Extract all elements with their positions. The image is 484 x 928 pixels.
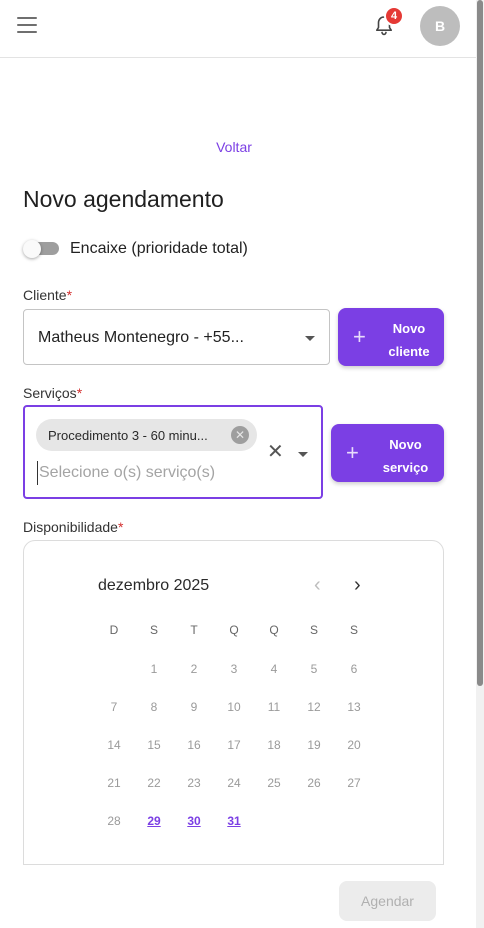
calendar-day-available[interactable]: 31 <box>216 814 252 828</box>
calendar-day: 20 <box>347 738 361 752</box>
weekday-header: Q <box>269 623 279 637</box>
calendar-day: 6 <box>350 662 358 676</box>
required-mark: * <box>66 287 73 303</box>
weekday-header: Q <box>229 623 239 637</box>
clear-icon[interactable]: ✕ <box>267 442 284 462</box>
new-service-button[interactable]: + Novo serviço <box>331 424 444 482</box>
back-link[interactable]: Voltar <box>0 139 468 155</box>
calendar-day: 2 <box>190 662 198 676</box>
date-calendar: dezembro 2025 ‹ › D S T Q Q S S 1 2 3 4 5 6 7 8 9 10 11 12… <box>23 540 444 865</box>
calendar-day: 26 <box>307 776 321 790</box>
calendar-day: 18 <box>267 738 281 752</box>
required-mark: * <box>117 519 124 535</box>
calendar-day: 25 <box>267 776 281 790</box>
calendar-day: 3 <box>230 662 238 676</box>
chevron-right-icon[interactable]: › <box>354 574 361 597</box>
disponibilidade-label-text: Disponibilidade <box>23 519 118 535</box>
calendar-day: 28 <box>107 814 121 828</box>
calendar-day: 7 <box>110 700 118 714</box>
services-search-input[interactable] <box>37 461 257 485</box>
chip-remove-icon[interactable]: ✕ <box>231 426 249 444</box>
calendar-day-available[interactable]: 30 <box>176 814 212 828</box>
plus-icon: + <box>346 440 359 465</box>
plus-icon: + <box>353 324 366 349</box>
servicos-select[interactable]: Procedimento 3 - 60 minu... ✕ ✕ <box>23 405 323 499</box>
new-service-label: Novo serviço <box>371 433 440 479</box>
required-mark: * <box>76 385 83 401</box>
calendar-day: 9 <box>190 700 198 714</box>
new-client-button[interactable]: + Novo cliente <box>338 308 444 366</box>
new-client-label: Novo cliente <box>378 317 440 363</box>
calendar-day: 15 <box>147 738 161 752</box>
weekday-header: S <box>149 623 158 637</box>
calendar-day: 13 <box>347 700 361 714</box>
new-client-label-line2: cliente <box>388 344 430 359</box>
disponibilidade-label: Disponibilidade* <box>23 519 123 535</box>
calendar-day: 12 <box>307 700 321 714</box>
calendar-day: 24 <box>227 776 241 790</box>
calendar-month-label: dezembro 2025 <box>98 577 210 594</box>
weekday-header: D <box>109 623 119 637</box>
calendar-day: 14 <box>107 738 121 752</box>
service-chip: Procedimento 3 - 60 minu... ✕ <box>36 419 257 451</box>
encaixe-label: Encaixe (prioridade total) <box>70 240 248 257</box>
calendar-day: 8 <box>150 700 158 714</box>
calendar-day: 21 <box>107 776 121 790</box>
chevron-down-icon[interactable] <box>298 452 308 457</box>
new-client-label-line1: Novo <box>392 321 426 336</box>
cliente-select[interactable]: Matheus Montenegro - +55... <box>23 309 330 365</box>
calendar-day: 23 <box>187 776 201 790</box>
scrollbar[interactable] <box>476 0 484 928</box>
calendar-day: 10 <box>227 700 241 714</box>
calendar-day-available[interactable]: 29 <box>136 814 172 828</box>
menu-icon[interactable] <box>17 17 37 35</box>
calendar-day: 16 <box>187 738 201 752</box>
calendar-day: 19 <box>307 738 321 752</box>
avatar[interactable]: B <box>420 6 460 46</box>
calendar-day: 4 <box>270 662 278 676</box>
weekday-header: T <box>190 623 198 637</box>
servicos-label: Serviços* <box>23 385 82 401</box>
submit-button[interactable]: Agendar <box>339 881 436 921</box>
top-bar: 4 B <box>0 0 476 58</box>
scrollbar-thumb[interactable] <box>477 0 483 686</box>
calendar-day: 5 <box>310 662 318 676</box>
encaixe-toggle[interactable] <box>23 240 59 258</box>
calendar-day: 17 <box>227 738 241 752</box>
calendar-day: 22 <box>147 776 161 790</box>
cliente-value: Matheus Montenegro - +55... <box>38 329 244 346</box>
new-service-label-line1: Novo <box>389 437 422 452</box>
servicos-label-text: Serviços <box>23 385 77 401</box>
notification-badge: 4 <box>384 6 404 26</box>
toggle-knob <box>23 240 41 258</box>
calendar-day: 27 <box>347 776 361 790</box>
service-chip-label: Procedimento 3 - 60 minu... <box>48 428 208 443</box>
page-title: Novo agendamento <box>23 186 224 212</box>
weekday-header: S <box>309 623 318 637</box>
new-service-label-line2: serviço <box>382 460 429 475</box>
chevron-down-icon[interactable] <box>305 336 315 341</box>
cliente-label-text: Cliente <box>23 287 67 303</box>
calendar-day: 1 <box>150 662 158 676</box>
chevron-left-icon[interactable]: ‹ <box>314 574 321 597</box>
calendar-day: 11 <box>267 700 281 714</box>
cliente-label: Cliente* <box>23 287 72 303</box>
weekday-header: S <box>349 623 358 637</box>
